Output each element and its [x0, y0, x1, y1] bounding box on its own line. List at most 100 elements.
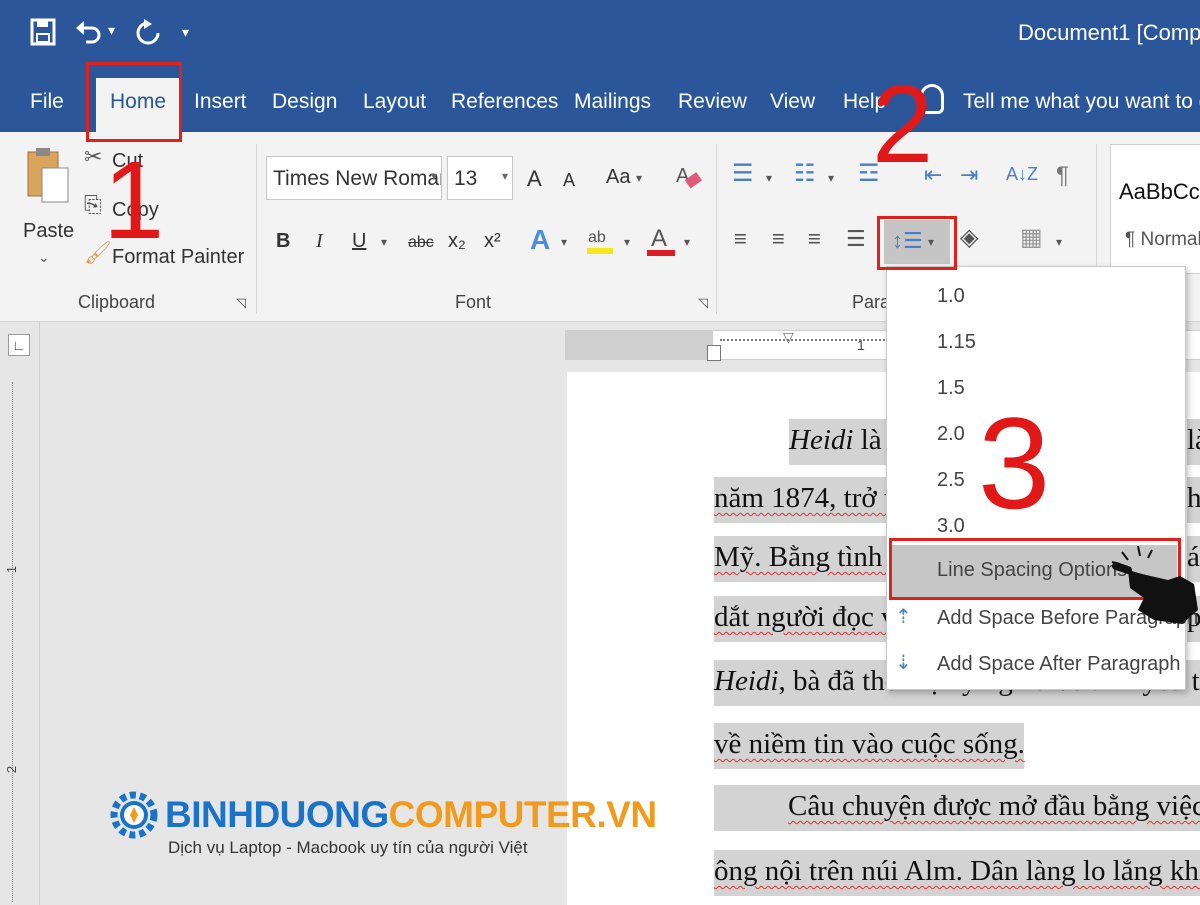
tab-review[interactable]: Review	[678, 90, 747, 114]
ruler-label-1: 1	[857, 337, 865, 353]
change-case-button[interactable]: Aa	[606, 166, 630, 189]
tab-selector-icon[interactable]: ∟	[8, 334, 30, 356]
increase-indent-icon[interactable]: ⇥	[960, 164, 978, 186]
doc-line-7-text: Câu chuyện được mở đầu bằng việc	[788, 790, 1200, 822]
pointer-hand-icon	[1111, 545, 1198, 624]
italic-button[interactable]: I	[316, 230, 323, 253]
text-effects-dropdown-icon[interactable]: ▾	[561, 236, 567, 248]
grow-font-button[interactable]: A	[527, 166, 542, 192]
subscript-button[interactable]: x₂	[448, 230, 466, 253]
ruler-ticks	[12, 382, 28, 902]
change-case-dropdown-icon[interactable]: ▾	[636, 172, 642, 184]
annotation-step-1: 1	[103, 139, 165, 262]
tab-references[interactable]: References	[451, 90, 558, 114]
annotation-box-line-spacing	[877, 216, 957, 270]
align-left-icon[interactable]: ≡	[734, 228, 747, 250]
font-color-dropdown-icon[interactable]: ▾	[684, 236, 690, 248]
spacing-option-2-0[interactable]: 2.0	[937, 423, 965, 446]
doc-line-1-text: là	[853, 424, 882, 456]
customize-qat-icon[interactable]: ▾	[182, 24, 189, 41]
undo-icon[interactable]	[74, 18, 102, 46]
doc-line-4: dắt người đọc v	[714, 596, 896, 642]
paragraph-group-label: Para	[852, 292, 891, 312]
clipboard-launcher-icon[interactable]: ◹	[236, 296, 246, 309]
tab-view[interactable]: View	[770, 90, 815, 114]
numbering-dropdown-icon[interactable]: ▾	[828, 172, 834, 184]
annotation-box-home	[86, 62, 182, 142]
add-space-after-item[interactable]: Add Space After Paragraph	[937, 653, 1181, 676]
borders-icon[interactable]: ▦	[1020, 226, 1043, 250]
indent-marker-icon[interactable]	[707, 345, 721, 361]
doc-line-6-text: về niềm tin vào cuộc sống.	[714, 728, 1025, 760]
font-size-dropdown-icon[interactable]: ▾	[502, 169, 508, 183]
tab-insert[interactable]: Insert	[194, 90, 247, 114]
underline-dropdown-icon[interactable]: ▾	[381, 236, 387, 248]
spacing-option-1-5[interactable]: 1.5	[937, 377, 965, 400]
add-space-before-icon: ⇡	[895, 606, 912, 628]
font-color-icon[interactable]: A	[646, 222, 676, 258]
doc-line-2: năm 1874, trở t	[714, 477, 892, 523]
doc-line-1-italic: Heidi	[789, 424, 854, 456]
style-normal-label: ¶ Normal	[1125, 229, 1200, 250]
superscript-button[interactable]: x²	[484, 230, 501, 253]
font-size-box[interactable]: 13 ▾	[447, 156, 513, 200]
first-line-indent-icon[interactable]: ▽	[783, 329, 794, 346]
spacing-option-3-0[interactable]: 3.0	[937, 515, 965, 538]
doc-fragment-1: là	[1187, 419, 1200, 465]
font-name-dropdown-icon[interactable]: ▾	[431, 169, 437, 183]
title-bar: ▾ ▾ Document1 [Compatib	[0, 0, 1200, 70]
spacing-option-2-5[interactable]: 2.5	[937, 469, 965, 492]
doc-line-6: về niềm tin vào cuộc sống.	[714, 723, 1025, 769]
paste-button[interactable]: Paste	[23, 220, 74, 243]
underline-button[interactable]: U	[352, 230, 366, 253]
strikethrough-button[interactable]: abc	[408, 234, 434, 252]
tell-me-box[interactable]: Tell me what you want to do	[963, 90, 1200, 114]
doc-line-4-text: dắt người đọc v	[714, 601, 896, 633]
add-space-after-icon: ⇣	[895, 652, 912, 674]
font-launcher-icon[interactable]: ◹	[698, 296, 708, 309]
justify-icon[interactable]: ☰	[846, 228, 866, 250]
tab-design[interactable]: Design	[272, 90, 337, 114]
svg-text:ab: ab	[588, 229, 606, 246]
text-effects-icon[interactable]: A	[530, 226, 550, 254]
paste-icon[interactable]	[24, 146, 70, 204]
separator	[256, 144, 257, 314]
bold-button[interactable]: B	[276, 230, 290, 253]
document-title: Document1 [Compatib	[1018, 20, 1200, 45]
align-center-icon[interactable]: ≡	[772, 228, 785, 250]
borders-dropdown-icon[interactable]: ▾	[1056, 236, 1062, 248]
align-right-icon[interactable]: ≡	[808, 228, 821, 250]
sort-button[interactable]: A↓Z	[1006, 164, 1038, 185]
undo-dropdown-icon[interactable]: ▾	[108, 22, 115, 39]
tab-file[interactable]: File	[30, 90, 64, 114]
bullets-dropdown-icon[interactable]: ▾	[766, 172, 772, 184]
spacing-option-1-0[interactable]: 1.0	[937, 285, 965, 308]
styles-gallery[interactable]: AaBbCc ¶ Normal	[1110, 144, 1200, 274]
doc-line-1: Heidi là	[789, 419, 887, 465]
save-icon[interactable]	[30, 18, 56, 46]
copy-icon[interactable]: ⎘	[84, 194, 102, 216]
tab-mailings[interactable]: Mailings	[574, 90, 651, 114]
tab-layout[interactable]: Layout	[363, 90, 426, 114]
doc-line-3-text: Mỹ. Bằng tình y	[714, 541, 905, 573]
brand-title: BINHDUONGCOMPUTER.VN	[165, 794, 657, 836]
shading-icon[interactable]: ◈	[960, 226, 978, 250]
word-window: ▾ ▾ Document1 [Compatib File Home Insert…	[0, 0, 1200, 905]
cut-icon[interactable]: ✂	[84, 146, 102, 168]
paste-dropdown-icon[interactable]: ⌄	[38, 250, 50, 264]
bullets-icon[interactable]: ☰	[732, 162, 754, 186]
highlight-dropdown-icon[interactable]: ▾	[624, 236, 630, 248]
shrink-font-button[interactable]: A	[563, 170, 575, 191]
redo-icon[interactable]	[134, 18, 162, 46]
highlight-color-icon[interactable]: ab	[586, 222, 614, 256]
spacing-option-1-15[interactable]: 1.15	[937, 331, 976, 354]
brand-title-part-a: BINHDUONG	[165, 794, 389, 835]
show-formatting-button[interactable]: ¶	[1056, 162, 1069, 190]
font-name-box[interactable]: Times New Roman ▾	[266, 156, 442, 200]
doc-line-8-text: ông nội trên núi Alm. Dân làng lo lắng k…	[714, 855, 1200, 887]
clear-formatting-icon[interactable]: A	[674, 162, 702, 192]
vertical-ruler: ∟ 1 2	[0, 322, 40, 905]
numbering-icon[interactable]: ☷	[794, 162, 816, 186]
annotation-step-3: 3	[978, 390, 1051, 536]
svg-text:A: A	[651, 225, 667, 252]
